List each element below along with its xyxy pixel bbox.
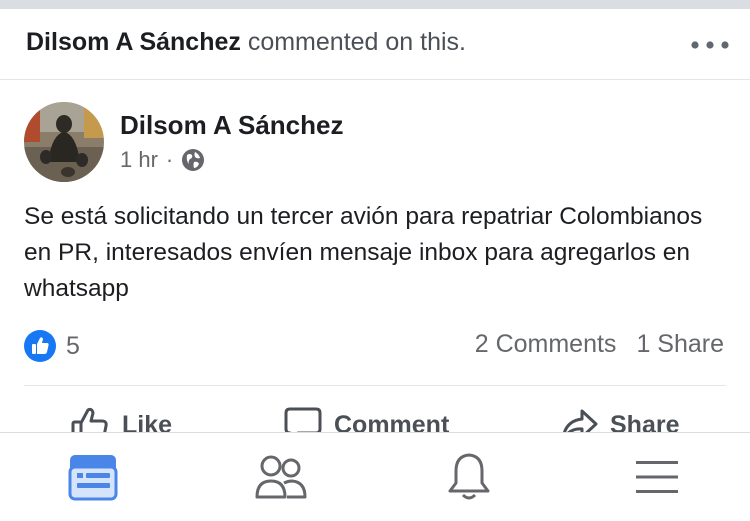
globe-icon [182, 149, 205, 171]
comment-label: Comment [334, 410, 450, 433]
engagement-counts: 2 Comments 1 Share [475, 330, 724, 359]
comment-button[interactable]: Comment [284, 405, 449, 432]
nav-news-feed[interactable] [66, 451, 120, 503]
post-timestamp[interactable]: 1 hr [120, 147, 158, 173]
like-label: Like [122, 410, 173, 433]
thumbs-up-icon [71, 407, 108, 432]
activity-header: Dilsom A Sánchez commented on this. [0, 9, 750, 80]
news-feed-icon [68, 455, 118, 501]
share-label: Share [610, 410, 680, 433]
meta-separator: · [165, 147, 174, 172]
comments-count-link[interactable]: 2 Comments [475, 330, 617, 359]
post-meta: 1 hr · [120, 146, 205, 174]
post-actions-bar: Like Comment Share [0, 395, 750, 432]
like-reaction-icon [24, 330, 56, 362]
top-separator-bar [0, 0, 750, 9]
more-options-icon[interactable] [690, 40, 730, 50]
divider [24, 385, 726, 386]
nav-menu[interactable] [630, 451, 684, 503]
bottom-navigation-bar [0, 432, 750, 521]
activity-actor-name[interactable]: Dilsom A Sánchez [26, 28, 241, 56]
notifications-icon [448, 453, 490, 500]
shares-count-link[interactable]: 1 Share [636, 330, 724, 359]
nav-notifications[interactable] [442, 451, 496, 503]
post-author-name[interactable]: Dilsom A Sánchez [120, 110, 343, 141]
author-avatar[interactable] [24, 102, 104, 182]
post-body-text: Se está solicitando un tercer avión para… [24, 203, 703, 302]
share-icon [563, 409, 598, 432]
reaction-summary[interactable]: 5 [24, 330, 80, 362]
comment-icon [284, 407, 322, 432]
nav-friends[interactable] [254, 451, 308, 503]
avatar-photo [24, 102, 104, 182]
like-button[interactable]: Like [70, 405, 172, 432]
menu-icon [636, 461, 678, 493]
activity-text: Dilsom A Sánchez commented on this. [26, 28, 466, 57]
friends-icon [255, 455, 307, 499]
like-count: 5 [66, 331, 80, 360]
share-button[interactable]: Share [560, 405, 679, 432]
activity-description: commented on this. [247, 28, 466, 56]
